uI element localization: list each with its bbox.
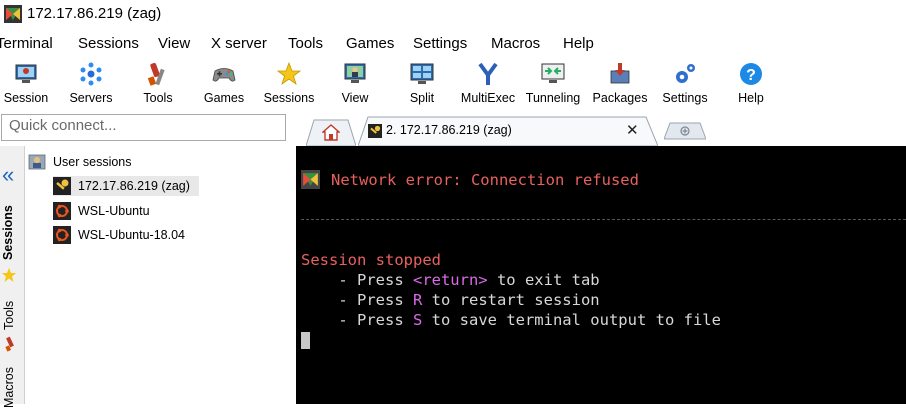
new-tab-button[interactable] xyxy=(664,122,706,140)
packages-button[interactable]: Packages xyxy=(590,56,650,110)
tree-item-session-ssh[interactable]: 172.17.86.219 (zag) xyxy=(53,176,199,196)
tools-icon xyxy=(147,62,165,86)
window-title: 172.17.86.219 (zag) xyxy=(27,5,162,22)
tunneling-icon xyxy=(541,63,565,83)
help-icon: ? xyxy=(740,63,762,85)
return-key-text: <return> xyxy=(412,271,488,289)
quick-connect-input[interactable] xyxy=(2,115,286,136)
s-key-text: S xyxy=(412,311,423,329)
multiexec-icon xyxy=(478,62,498,85)
tree-user-sessions[interactable]: User sessions xyxy=(28,152,208,172)
view-icon xyxy=(344,63,366,83)
tab-bar: 2. 172.17.86.219 (zag) ✕ xyxy=(296,114,906,146)
tools-icon xyxy=(5,336,14,352)
menu-games[interactable]: Games xyxy=(346,35,394,52)
tree-item-wsl-ubuntu-1804[interactable]: WSL-Ubuntu-18.04 xyxy=(53,225,233,245)
terminal-area[interactable]: Network error: Connection refused Sessio… xyxy=(296,146,906,404)
side-tab-sessions[interactable]: Sessions xyxy=(0,198,24,264)
settings-icon xyxy=(676,64,695,83)
session-tree: User sessions 172.17.86.219 (zag) WSL-Ub… xyxy=(26,146,296,404)
games-icon xyxy=(212,68,236,82)
tools-button[interactable]: Tools xyxy=(132,56,184,110)
network-error-text: Network error: Connection refused xyxy=(331,171,639,189)
tree-item-wsl-ubuntu[interactable]: WSL-Ubuntu xyxy=(53,201,193,221)
split-button[interactable]: Split xyxy=(400,56,444,110)
svg-text:?: ? xyxy=(746,67,756,84)
mobaxterm-logo-icon xyxy=(4,5,22,23)
multiexec-button[interactable]: MultiExec xyxy=(458,56,518,110)
menu-help[interactable]: Help xyxy=(563,35,594,52)
sessions-button[interactable]: Sessions xyxy=(260,56,318,110)
menu-view[interactable]: View xyxy=(158,35,190,52)
view-button[interactable]: View xyxy=(330,56,380,110)
servers-icon xyxy=(80,62,102,86)
packages-icon xyxy=(610,63,630,84)
servers-button[interactable]: Servers xyxy=(64,56,118,110)
menu-bar: Terminal Sessions View X server Tools Ga… xyxy=(0,33,906,55)
r-key-text: R xyxy=(412,291,423,309)
side-tab-strip: « Sessions Tools Macros xyxy=(0,146,25,408)
mobaxterm-logo-icon xyxy=(301,170,320,189)
quick-connect-box xyxy=(1,114,286,141)
terminal-line-exit: - Press <return> to exit tab xyxy=(301,271,600,289)
side-tab-macros[interactable]: Macros xyxy=(0,362,24,408)
help-button[interactable]: ? Help xyxy=(728,56,774,110)
user-folder-icon xyxy=(28,154,46,170)
title-bar: 172.17.86.219 (zag) xyxy=(0,0,906,30)
terminal-line-save: - Press S to save terminal output to fil… xyxy=(301,311,721,329)
menu-x-server[interactable]: X server xyxy=(211,35,267,52)
star-icon xyxy=(276,61,302,86)
star-icon xyxy=(2,268,16,282)
toolbar: Session Servers Tools Games Sessions Vie… xyxy=(0,56,906,112)
terminal-cursor xyxy=(301,332,310,349)
side-tab-tools[interactable]: Tools xyxy=(0,290,24,334)
tab-label: 2. 172.17.86.219 (zag) xyxy=(386,123,512,137)
tab-session-2[interactable]: 2. 172.17.86.219 (zag) ✕ xyxy=(358,116,658,146)
key-icon xyxy=(53,177,71,195)
menu-sessions[interactable]: Sessions xyxy=(78,35,139,52)
games-button[interactable]: Games xyxy=(197,56,251,110)
session-icon xyxy=(15,64,37,83)
session-stopped-text: Session stopped xyxy=(301,251,441,269)
menu-macros[interactable]: Macros xyxy=(491,35,540,52)
home-icon xyxy=(322,124,340,141)
menu-terminal[interactable]: Terminal xyxy=(0,35,53,52)
ubuntu-icon xyxy=(53,202,71,220)
collapse-sidebar-icon[interactable]: « xyxy=(2,164,14,186)
split-icon xyxy=(410,63,434,84)
terminal-separator xyxy=(301,219,906,220)
menu-settings[interactable]: Settings xyxy=(413,35,467,52)
menu-tools[interactable]: Tools xyxy=(288,35,323,52)
settings-button[interactable]: Settings xyxy=(657,56,713,110)
home-tab[interactable] xyxy=(306,118,356,146)
terminal-line-restart: - Press R to restart session xyxy=(301,291,600,309)
ubuntu-icon xyxy=(53,226,71,244)
session-button[interactable]: Session xyxy=(0,56,52,110)
tunneling-button[interactable]: Tunneling xyxy=(522,56,584,110)
key-icon xyxy=(368,124,382,138)
close-tab-icon[interactable]: ✕ xyxy=(626,121,639,139)
new-tab-icon xyxy=(664,122,706,140)
